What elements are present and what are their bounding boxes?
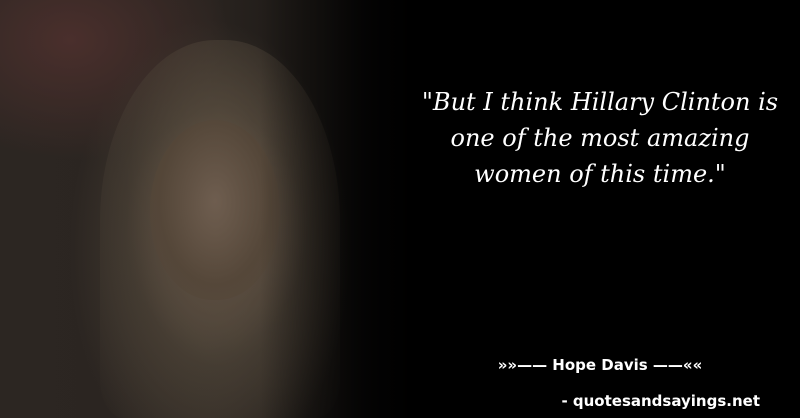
quote-text: "But I think Hillary Clinton is one of t… (421, 88, 779, 188)
source-credit: - quotesandsayings.net (561, 392, 760, 410)
quote-card: "But I think Hillary Clinton is one of t… (0, 0, 800, 418)
quote-author: »»—— Hope Davis ——«« (497, 356, 703, 374)
